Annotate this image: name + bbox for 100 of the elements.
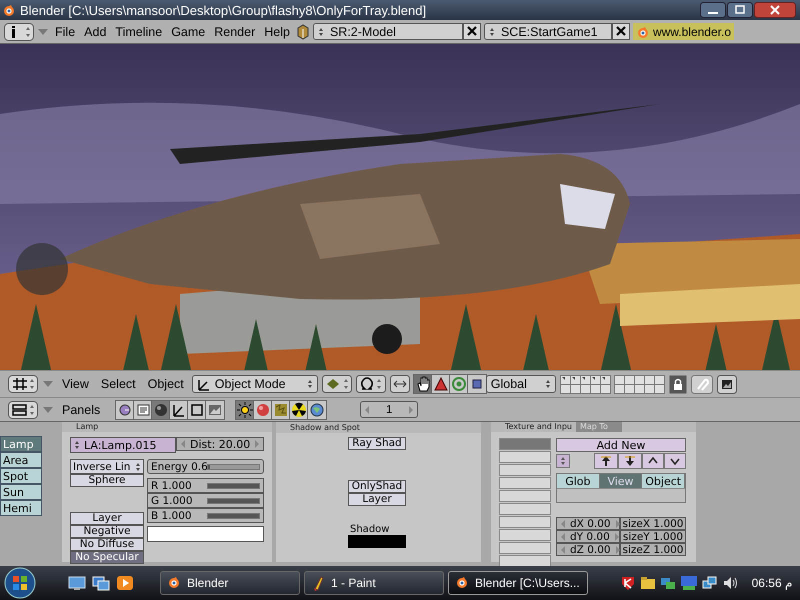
menu-item[interactable]: Select bbox=[96, 377, 140, 391]
network-icon[interactable] bbox=[660, 575, 676, 591]
layer-grid-icon[interactable] bbox=[614, 374, 665, 394]
axes-icon[interactable] bbox=[170, 400, 188, 418]
offset-field[interactable]: dY 0.00 bbox=[556, 530, 620, 543]
falloff-dropdown[interactable]: Inverse Lin bbox=[70, 459, 144, 474]
menu-item[interactable]: Render bbox=[211, 24, 258, 38]
folder-icon[interactable] bbox=[640, 575, 656, 591]
screen-icon[interactable] bbox=[296, 24, 310, 40]
layer-grid-icon[interactable] bbox=[560, 374, 611, 394]
add-new-button[interactable]: Add New bbox=[556, 438, 686, 452]
updown-arrows-icon[interactable] bbox=[556, 454, 570, 468]
object-name-field[interactable] bbox=[557, 488, 685, 502]
swirl-icon[interactable] bbox=[116, 400, 134, 418]
offset-field[interactable]: dX 0.00 bbox=[556, 517, 620, 530]
down-caret-icon[interactable] bbox=[664, 453, 686, 469]
play-icon[interactable] bbox=[116, 575, 134, 591]
pivot-dropdown-icon[interactable] bbox=[356, 375, 386, 393]
minimize-icon[interactable] bbox=[700, 2, 726, 18]
texture-icon[interactable] bbox=[272, 400, 290, 418]
close-icon[interactable] bbox=[462, 23, 481, 40]
toggle-button[interactable]: No Diffuse bbox=[70, 538, 144, 551]
monitor-icon[interactable] bbox=[680, 575, 698, 591]
align-icon[interactable] bbox=[390, 375, 410, 393]
toggle-button[interactable]: No Specular bbox=[70, 551, 144, 564]
color-slider[interactable]: G 1.000 bbox=[147, 493, 264, 508]
menu-item[interactable]: Timeline bbox=[112, 24, 166, 38]
lamp-type-button[interactable]: Spot bbox=[0, 468, 42, 484]
toggle-button[interactable]: Ray Shad bbox=[348, 437, 406, 450]
close-icon[interactable] bbox=[754, 2, 796, 18]
menu-item[interactable]: Help bbox=[261, 24, 293, 38]
mode-dropdown[interactable]: Object Mode bbox=[192, 375, 318, 393]
color-slider[interactable]: R 1.000 bbox=[147, 478, 264, 493]
shadow-color-swatch[interactable] bbox=[348, 535, 406, 548]
color-slider[interactable]: B 1.000 bbox=[147, 508, 264, 523]
website-link[interactable]: www.blender.o bbox=[632, 23, 734, 40]
scene-selector[interactable]: SCE:StartGame1 bbox=[484, 23, 612, 40]
toggle-button[interactable]: Layer bbox=[348, 493, 406, 506]
shading-dropdown-icon[interactable] bbox=[322, 375, 352, 393]
taskbar-button[interactable]: 1 - Paint bbox=[304, 571, 444, 595]
toggle-button[interactable]: OnlyShad bbox=[348, 480, 406, 493]
sun-icon[interactable] bbox=[236, 400, 254, 418]
frame-field[interactable]: 1 bbox=[360, 401, 418, 418]
windows-icon[interactable] bbox=[92, 575, 110, 591]
size-field[interactable]: sizeX 1.000 bbox=[620, 517, 686, 530]
lamp-type-button[interactable]: Sun bbox=[0, 484, 42, 500]
toggle-button[interactable]: Negative bbox=[70, 525, 144, 538]
energy-slider[interactable]: Energy 0.6 bbox=[147, 459, 264, 474]
offset-field[interactable]: dZ 0.00 bbox=[556, 543, 620, 556]
clock[interactable]: 06:56 م bbox=[752, 576, 792, 590]
window-type-icon[interactable] bbox=[8, 400, 38, 418]
menu-item[interactable]: View bbox=[58, 377, 93, 391]
square-icon[interactable] bbox=[468, 375, 486, 393]
image-icon[interactable] bbox=[206, 400, 224, 418]
square-frame-icon[interactable] bbox=[188, 400, 206, 418]
start-button-icon[interactable] bbox=[2, 566, 38, 600]
size-field[interactable]: sizeZ 1.000 bbox=[620, 543, 686, 556]
coordinate-tab[interactable]: Glob bbox=[557, 474, 600, 488]
grid-icon[interactable] bbox=[8, 375, 38, 393]
script-icon[interactable] bbox=[134, 400, 152, 418]
sphere-icon[interactable] bbox=[152, 400, 170, 418]
lock-icon[interactable] bbox=[668, 374, 687, 394]
lamp-type-button[interactable]: Area bbox=[0, 452, 42, 468]
speaker-icon[interactable] bbox=[722, 575, 738, 591]
size-field[interactable]: sizeY 1.000 bbox=[620, 530, 686, 543]
toggle-button[interactable]: Layer bbox=[70, 512, 144, 525]
render-icon[interactable] bbox=[716, 374, 737, 394]
texture-channel-slot[interactable] bbox=[499, 555, 551, 567]
menu-item[interactable]: Game bbox=[168, 24, 208, 38]
lamp-type-button[interactable]: Hemi bbox=[0, 500, 42, 516]
up-caret-icon[interactable] bbox=[642, 453, 664, 469]
shield-icon[interactable] bbox=[620, 575, 636, 591]
distance-field[interactable]: Dist: 20.00 bbox=[176, 437, 264, 451]
menu-item[interactable]: File bbox=[52, 24, 78, 38]
close-icon[interactable] bbox=[612, 23, 630, 40]
network-status-icon[interactable] bbox=[702, 575, 718, 591]
taskbar-button[interactable]: Blender bbox=[160, 571, 300, 595]
copy-up-icon[interactable] bbox=[594, 453, 618, 469]
sphere-button[interactable]: Sphere bbox=[70, 474, 144, 487]
hand-icon[interactable] bbox=[414, 375, 432, 393]
triangle-icon[interactable] bbox=[432, 375, 450, 393]
menu-item[interactable]: Object bbox=[144, 377, 188, 391]
lamp-type-button[interactable]: Lamp bbox=[0, 436, 42, 452]
name-field[interactable]: LA:Lamp.015 bbox=[70, 437, 176, 453]
panels-label: Panels bbox=[61, 402, 102, 416]
orientation-dropdown[interactable]: Global bbox=[486, 375, 556, 393]
desktop-icon[interactable] bbox=[68, 575, 86, 591]
maximize-icon[interactable] bbox=[727, 2, 753, 18]
screen-selector[interactable]: SR:2-Model bbox=[312, 23, 463, 40]
menu-item[interactable]: Add bbox=[81, 24, 110, 38]
coordinate-tab[interactable]: View bbox=[600, 474, 642, 488]
coordinate-tab[interactable]: Object bbox=[642, 474, 686, 488]
globe-icon[interactable] bbox=[308, 400, 326, 418]
taskbar-button[interactable]: Blender [C:\Users... bbox=[448, 571, 588, 595]
paintbrush-icon bbox=[311, 575, 325, 591]
radiation-icon[interactable] bbox=[290, 400, 308, 418]
magnet-icon[interactable] bbox=[690, 374, 713, 394]
color-swatch[interactable] bbox=[147, 526, 264, 542]
paste-down-icon[interactable] bbox=[618, 453, 642, 469]
info-icon[interactable] bbox=[4, 22, 34, 40]
